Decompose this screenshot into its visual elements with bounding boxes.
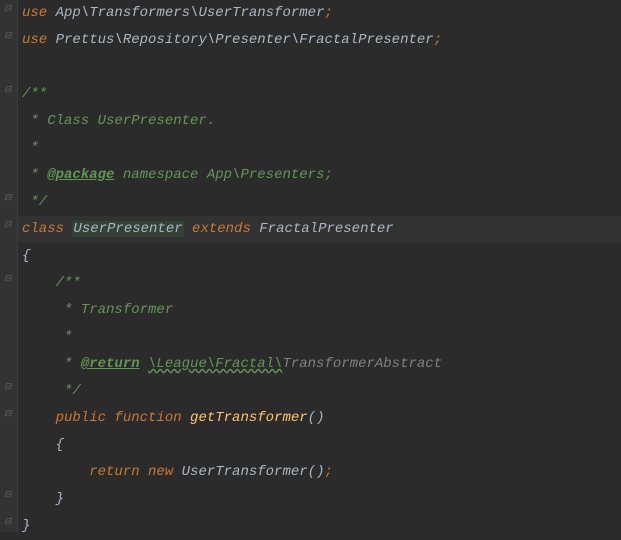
fold-end-icon[interactable]: ⊟ (4, 382, 14, 392)
code-line: * Transformer (18, 297, 621, 324)
code-line: { (18, 243, 621, 270)
doc-type: TransformerAbstract (282, 356, 442, 372)
namespace: Prettus\Repository\Presenter\FractalPres… (47, 32, 433, 48)
code-line: */ (18, 378, 621, 405)
code-line: return new UserTransformer(); (18, 459, 621, 486)
code-line: /** (18, 270, 621, 297)
fold-icon[interactable]: ⊟ (4, 85, 14, 95)
doc-comment: /** (22, 275, 81, 291)
code-line: } (18, 486, 621, 513)
parent-class: FractalPresenter (259, 221, 393, 237)
code-line: /** (18, 81, 621, 108)
keyword-use: use (22, 32, 47, 48)
fold-icon[interactable]: ⊟ (4, 4, 14, 14)
code-line: * (18, 324, 621, 351)
semicolon: ; (324, 5, 332, 21)
code-line: use App\Transformers\UserTransformer; (18, 0, 621, 27)
keyword-function: function (114, 410, 190, 426)
doc-comment: /** (22, 86, 47, 102)
code-editor[interactable]: use App\Transformers\UserTransformer; us… (0, 0, 621, 540)
doc-comment: namespace App\Presenters; (114, 167, 332, 183)
keyword-public: public (22, 410, 114, 426)
doc-comment: * (22, 167, 47, 183)
keyword-new: new (148, 464, 182, 480)
doc-type: \League\Fractal\ (148, 356, 282, 372)
fold-end-icon[interactable]: ⊟ (4, 193, 14, 203)
code-line: use Prettus\Repository\Presenter\Fractal… (18, 27, 621, 54)
fold-icon[interactable]: ⊟ (4, 31, 14, 41)
doc-comment: */ (22, 383, 81, 399)
code-line: * Class UserPresenter. (18, 108, 621, 135)
fold-icon[interactable]: ⊟ (4, 409, 14, 419)
semicolon: ; (434, 32, 442, 48)
keyword-use: use (22, 5, 47, 21)
semicolon: ; (324, 464, 332, 480)
brace-open: { (22, 437, 64, 453)
keyword-extends: extends (184, 221, 260, 237)
fold-end-icon[interactable]: ⊟ (4, 517, 14, 527)
code-line-highlighted: class UserPresenter extends FractalPrese… (18, 216, 621, 243)
doc-tag-package: @package (47, 167, 114, 183)
function-name: getTransformer (190, 410, 308, 426)
doc-comment: */ (22, 194, 47, 210)
fold-icon[interactable]: ⊟ (4, 220, 14, 230)
class-name: UserPresenter (72, 221, 183, 237)
code-line: public function getTransformer() (18, 405, 621, 432)
keyword-class: class (22, 221, 72, 237)
doc-comment: * (22, 329, 72, 345)
parentheses: () (308, 410, 325, 426)
code-line: * @package namespace App\Presenters; (18, 162, 621, 189)
code-line: */ (18, 189, 621, 216)
brace-close: } (22, 491, 64, 507)
doc-comment: * Transformer (22, 302, 173, 318)
code-line: * (18, 135, 621, 162)
brace-open: { (22, 248, 30, 264)
code-line: { (18, 432, 621, 459)
code-line: } (18, 513, 621, 540)
namespace: App\Transformers\UserTransformer (47, 5, 324, 21)
fold-end-icon[interactable]: ⊟ (4, 490, 14, 500)
doc-comment: * Class UserPresenter. (22, 113, 215, 129)
doc-comment: * (22, 140, 39, 156)
fold-icon[interactable]: ⊟ (4, 274, 14, 284)
gutter: ⊟ ⊟ ⊟ ⊟ ⊟ ⊟ ⊟ ⊟ ⊟ ⊟ (0, 0, 18, 532)
class-ref: UserTransformer() (182, 464, 325, 480)
doc-comment: * (22, 356, 81, 372)
code-line: * @return \League\Fractal\TransformerAbs… (18, 351, 621, 378)
doc-tag-return: @return (81, 356, 140, 372)
code-line (18, 54, 621, 81)
keyword-return: return (22, 464, 148, 480)
